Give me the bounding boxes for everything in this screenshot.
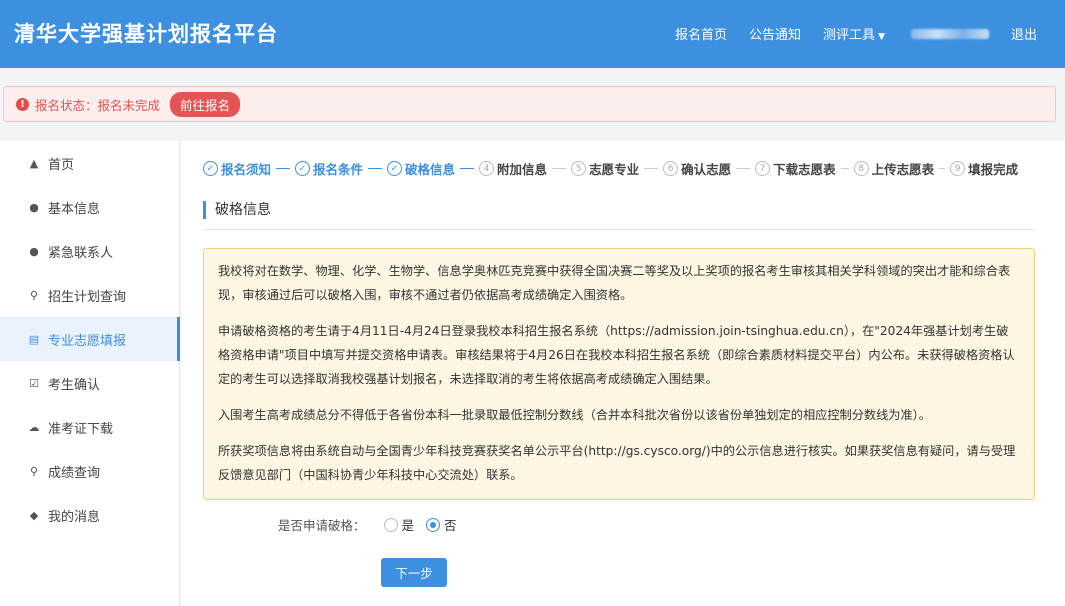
sidebar-item-label: 考生确认 xyxy=(48,377,101,393)
option-no-label: 否 xyxy=(444,518,457,533)
warning-icon: ! xyxy=(16,97,29,111)
sidebar-item-basic-info[interactable]: ● 基本信息 xyxy=(0,185,179,229)
go-register-button[interactable]: 前往报名 xyxy=(170,91,241,117)
step-label: 填报完成 xyxy=(968,162,1019,177)
check-circle-icon: ✓ xyxy=(295,161,311,176)
sidebar-item-enrollment-plan[interactable]: ⚲ 招生计划查询 xyxy=(0,273,179,317)
step-connector xyxy=(552,168,567,169)
sidebar-item-label: 成绩查询 xyxy=(48,465,101,481)
sidebar-item-candidate-confirm[interactable]: ☑ 考生确认 xyxy=(0,361,179,405)
step-label: 附加信息 xyxy=(497,162,548,177)
step-number: 5 xyxy=(571,161,587,176)
sidebar-item-label: 招生计划查询 xyxy=(48,289,127,305)
sidebar-item-label: 专业志愿填报 xyxy=(48,333,127,349)
cloud-download-icon: ☁ xyxy=(28,420,40,434)
step-label: 志愿专业 xyxy=(589,162,640,177)
nav-notice-link[interactable]: 公告通知 xyxy=(749,24,801,43)
chevron-down-icon: ▼ xyxy=(878,32,885,42)
next-step-button[interactable]: 下一步 xyxy=(381,558,447,587)
top-nav: 报名首页 公告通知 测评工具 ▼ 退出 xyxy=(653,24,1037,43)
step-connector xyxy=(460,168,475,169)
radio-yes[interactable] xyxy=(383,517,398,532)
step-connector xyxy=(644,168,659,169)
logout-link[interactable]: 退出 xyxy=(1011,24,1037,43)
bell-icon: ◆ xyxy=(29,508,39,522)
nav-tools-label: 测评工具 xyxy=(823,28,876,43)
site-title: 清华大学强基计划报名平台 xyxy=(14,22,278,46)
sidebar-item-label: 我的消息 xyxy=(48,509,101,525)
step-connector xyxy=(840,168,849,169)
step-connector xyxy=(736,168,751,169)
nav-tools-dropdown[interactable]: 测评工具 ▼ xyxy=(823,24,885,43)
sidebar-item-label: 紧急联系人 xyxy=(48,245,114,261)
registration-status-alert: ! 报名状态：报名未完成 前往报名 xyxy=(3,86,1056,122)
main-panel: ✓ 报名须知 ✓ 报名条件 ✓ 破格信息 4 附加信息 5 志愿专业 6 确认志愿 7 下载志… xyxy=(181,141,1065,606)
step-exception-info[interactable]: ✓ 破格信息 xyxy=(387,159,455,178)
sidebar-item-label: 首页 xyxy=(48,157,75,173)
notice-paragraph: 申请破格资格的考生请于4月11日-4月24日登录我校本科招生报名系统（https… xyxy=(218,324,1015,386)
home-icon: ▲ xyxy=(29,156,39,170)
step-number: 8 xyxy=(853,161,869,176)
option-yes-label: 是 xyxy=(401,518,415,533)
document-icon: ▤ xyxy=(28,332,40,346)
step-connector xyxy=(276,168,291,169)
step-additional-info[interactable]: 4 附加信息 xyxy=(479,159,547,178)
search-icon: ⚲ xyxy=(29,464,39,478)
step-connector xyxy=(939,168,946,169)
step-connector xyxy=(368,168,383,169)
sidebar-item-score-query[interactable]: ⚲ 成绩查询 xyxy=(0,449,179,493)
step-label: 下载志愿表 xyxy=(773,162,836,177)
sidebar-item-label: 准考证下载 xyxy=(48,421,114,437)
section-title: 破格信息 xyxy=(203,200,1035,230)
step-number: 4 xyxy=(479,161,495,176)
search-icon: ⚲ xyxy=(29,288,39,302)
step-number: 6 xyxy=(663,161,679,176)
step-registration-notice[interactable]: ✓ 报名须知 xyxy=(203,159,271,178)
step-label: 报名须知 xyxy=(221,162,272,177)
checkbox-icon: ☑ xyxy=(29,376,39,390)
sidebar: ▲ 首页 ● 基本信息 ● 紧急联系人 ⚲ 招生计划查询 ▤ 专业志愿填报 ☑ 考生确认 ☁… xyxy=(0,141,180,606)
nav-home-link[interactable]: 报名首页 xyxy=(675,24,727,43)
step-number: 9 xyxy=(950,161,966,176)
step-preferred-major[interactable]: 5 志愿专业 xyxy=(571,159,639,178)
step-label: 上传志愿表 xyxy=(871,162,935,177)
apply-exception-field: 是否申请破格： 是 否 xyxy=(278,515,457,534)
sidebar-item-home[interactable]: ▲ 首页 xyxy=(0,141,179,185)
step-confirm-preference[interactable]: 6 确认志愿 xyxy=(663,159,731,178)
registration-status-text: 报名状态：报名未完成 xyxy=(35,97,161,113)
sidebar-item-major-preference[interactable]: ▤ 专业志愿填报 xyxy=(0,317,180,361)
sidebar-item-admission-ticket[interactable]: ☁ 准考证下载 xyxy=(0,405,179,449)
step-registration-conditions[interactable]: ✓ 报名条件 xyxy=(295,159,363,178)
sidebar-item-emergency-contact[interactable]: ● 紧急联系人 xyxy=(0,229,179,273)
step-upload-form[interactable]: 8 上传志愿表 xyxy=(853,159,935,178)
user-icon: ● xyxy=(29,244,39,258)
check-circle-icon: ✓ xyxy=(387,161,403,176)
step-label: 报名条件 xyxy=(313,162,364,177)
apply-exception-label: 是否申请破格： xyxy=(278,518,366,533)
step-download-form[interactable]: 7 下载志愿表 xyxy=(755,159,836,178)
exception-notice-box: 我校将对在数学、物理、化学、生物学、信息学奥林匹克竞赛中获得全国决赛二等奖及以上… xyxy=(203,248,1035,500)
sidebar-item-label: 基本信息 xyxy=(48,201,101,217)
top-navbar: 清华大学强基计划报名平台 报名首页 公告通知 测评工具 ▼ 退出 xyxy=(0,0,1065,68)
step-label: 确认志愿 xyxy=(681,162,732,177)
step-number: 7 xyxy=(755,161,771,176)
step-label: 破格信息 xyxy=(405,162,456,177)
option-yes[interactable]: 是 xyxy=(383,515,415,534)
notice-paragraph: 所获奖项信息将由系统自动与全国青少年科技竞赛获奖名单公示平台(http://gs… xyxy=(218,444,1016,482)
user-name-redacted[interactable] xyxy=(910,28,989,39)
progress-steps: ✓ 报名须知 ✓ 报名条件 ✓ 破格信息 4 附加信息 5 志愿专业 6 确认志愿 7 下载志… xyxy=(203,159,1043,178)
step-complete[interactable]: 9 填报完成 xyxy=(950,159,1018,178)
sidebar-item-messages[interactable]: ◆ 我的消息 xyxy=(0,493,179,537)
check-circle-icon: ✓ xyxy=(203,161,218,176)
user-icon: ● xyxy=(29,200,39,214)
notice-paragraph: 我校将对在数学、物理、化学、生物学、信息学奥林匹克竞赛中获得全国决赛二等奖及以上… xyxy=(218,264,1011,302)
notice-paragraph: 入围考生高考成绩总分不得低于各省份本科一批录取最低控制分数线（合并本科批次省份以… xyxy=(218,408,931,422)
option-no[interactable]: 否 xyxy=(426,515,457,534)
radio-no[interactable] xyxy=(426,517,441,532)
